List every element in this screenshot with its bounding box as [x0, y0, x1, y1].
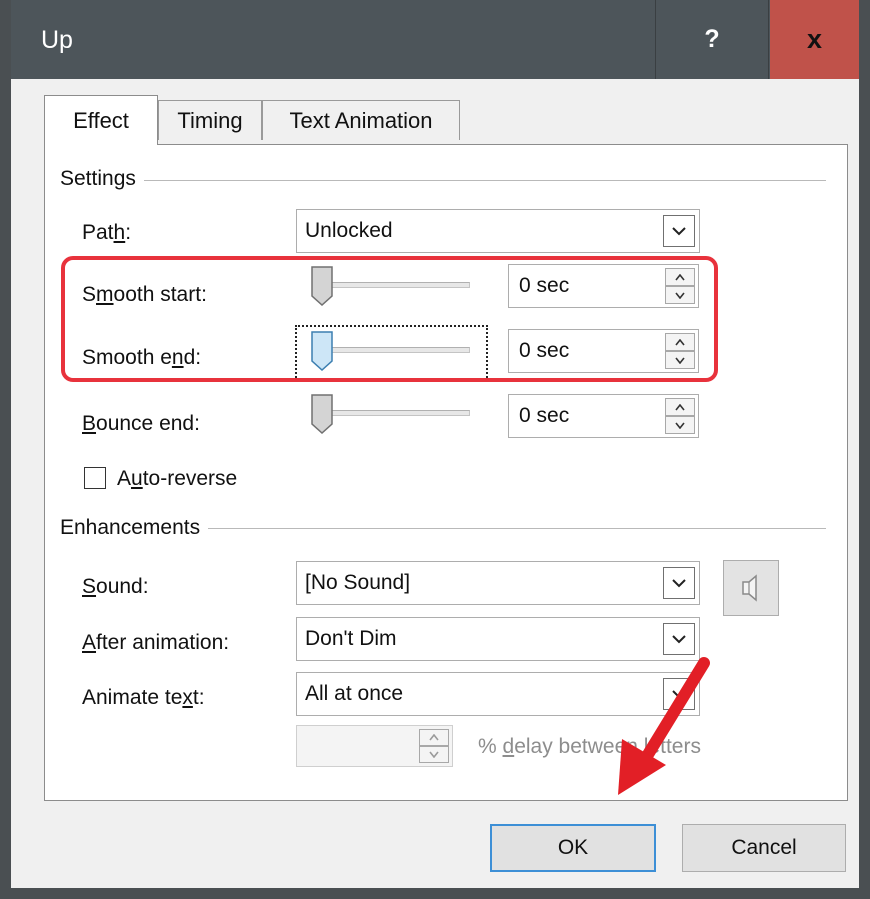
sound-label: Sound:: [82, 575, 149, 598]
bounce-end-value: 0 sec: [519, 404, 570, 427]
bounce-end-spinner[interactable]: 0 sec: [508, 394, 699, 438]
after-animation-dropdown-button[interactable]: [663, 623, 695, 655]
settings-divider: [60, 180, 826, 181]
sound-dropdown[interactable]: [No Sound]: [296, 561, 700, 605]
spin-down-icon[interactable]: [419, 746, 449, 763]
sound-value: [No Sound]: [305, 571, 411, 594]
auto-reverse-checkbox[interactable]: [84, 467, 106, 489]
spin-down-icon[interactable]: [665, 416, 695, 434]
path-dropdown-button[interactable]: [663, 215, 695, 247]
red-highlight-box: [61, 256, 718, 382]
sound-dropdown-button[interactable]: [663, 567, 695, 599]
path-value: Unlocked: [305, 219, 393, 242]
speaker-icon: [742, 574, 757, 602]
after-animation-value: Don't Dim: [305, 627, 397, 650]
bounce-end-slider-track: [318, 410, 470, 416]
bounce-end-slider-thumb[interactable]: [311, 394, 333, 434]
chevron-down-icon: [672, 579, 686, 588]
ok-button[interactable]: OK: [490, 824, 656, 872]
settings-group-label: Settings: [60, 167, 144, 191]
path-dropdown[interactable]: Unlocked: [296, 209, 700, 253]
sound-preview-button[interactable]: [723, 560, 779, 616]
enhancements-group-label: Enhancements: [60, 516, 209, 540]
spin-up-icon[interactable]: [419, 729, 449, 746]
chevron-down-icon: [672, 227, 686, 236]
bounce-end-label: Bounce end:: [82, 412, 200, 435]
tab-text-animation[interactable]: Text Animation: [262, 100, 460, 140]
chevron-down-icon: [672, 635, 686, 644]
animate-text-label: Animate text:: [82, 686, 205, 709]
spin-up-icon[interactable]: [665, 398, 695, 416]
auto-reverse-label: Auto-reverse: [117, 467, 238, 490]
red-arrow-annotation: [618, 657, 710, 795]
path-label: Path:: [82, 221, 132, 244]
tab-timing[interactable]: Timing: [158, 100, 262, 140]
animate-text-value: All at once: [305, 682, 404, 705]
tab-effect[interactable]: Effect: [44, 95, 158, 145]
after-animation-label: After animation:: [82, 631, 230, 654]
letter-delay-spinner[interactable]: [296, 725, 453, 767]
cancel-button[interactable]: Cancel: [682, 824, 846, 872]
